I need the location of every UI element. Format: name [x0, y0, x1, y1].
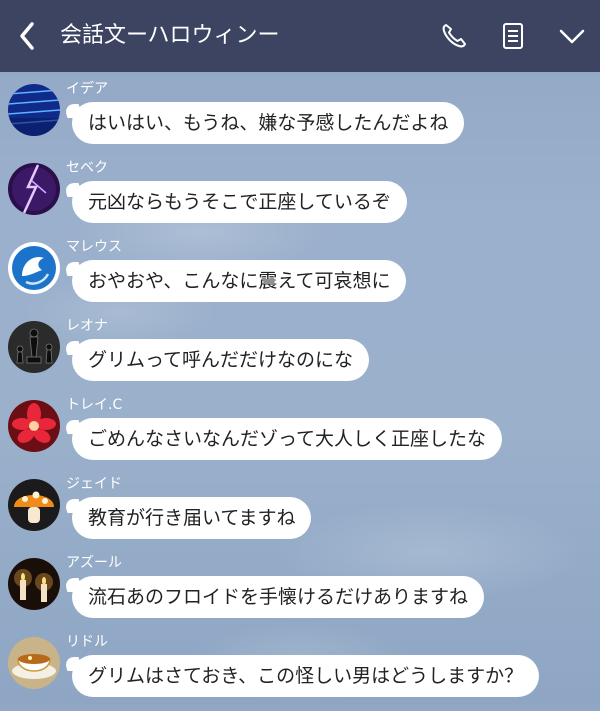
- message-bubble[interactable]: 元凶ならもうそこで正座しているぞ: [72, 181, 407, 223]
- chat-message: トレイ.C ごめんなさいなんだゾって大人しく正座したな: [0, 394, 600, 474]
- message-bubble[interactable]: おやおや、こんなに震えて可哀想に: [72, 260, 407, 302]
- sender-name: セベク: [66, 160, 108, 176]
- chat-title: 会話文ーハロウィンー: [60, 23, 280, 48]
- chat-message: セベク 元凶ならもうそこで正座しているぞ: [0, 157, 600, 237]
- blue-digital-avatar[interactable]: [8, 84, 60, 136]
- sender-name: アズール: [66, 555, 122, 571]
- message-bubble[interactable]: 教育が行き届いてますね: [72, 497, 312, 539]
- phone-icon[interactable]: [438, 20, 470, 52]
- message-bubble[interactable]: グリムはさておき、この怪しい男はどうしますか？: [72, 655, 540, 697]
- message-bubble[interactable]: 流石あのフロイドを手懐けるだけありますね: [72, 576, 485, 618]
- chat-message: ジェイド 教育が行き届いてますね: [0, 473, 600, 553]
- mushroom-avatar[interactable]: [8, 479, 60, 531]
- chevron-down-icon[interactable]: [556, 20, 588, 52]
- chat-message: レオナ グリムって呼んだだけなのにな: [0, 315, 600, 395]
- chess-pieces-avatar[interactable]: [8, 321, 60, 373]
- sender-name: リドル: [66, 634, 108, 650]
- sender-name: トレイ.C: [66, 397, 123, 413]
- sender-name: イデア: [66, 81, 108, 97]
- sender-name: レオナ: [66, 318, 108, 334]
- chat-message: マレウス おやおや、こんなに震えて可哀想に: [0, 236, 600, 316]
- sender-name: マレウス: [66, 239, 122, 255]
- blue-dragon-avatar[interactable]: [8, 242, 60, 294]
- purple-lightning-avatar[interactable]: [8, 163, 60, 215]
- candles-avatar[interactable]: [8, 558, 60, 610]
- message-bubble[interactable]: はいはい、もうね、嫌な予感したんだよね: [72, 102, 465, 144]
- notes-icon[interactable]: [497, 20, 529, 52]
- message-bubble[interactable]: ごめんなさいなんだゾって大人しく正座したな: [72, 418, 503, 460]
- red-flower-avatar[interactable]: [8, 400, 60, 452]
- chat-message: リドル グリムはさておき、この怪しい男はどうしますか？: [0, 631, 600, 711]
- chevron-left-icon[interactable]: [14, 20, 44, 52]
- teacup-avatar[interactable]: [8, 637, 60, 689]
- chat-header: 会話文ーハロウィンー: [0, 0, 600, 72]
- sender-name: ジェイド: [66, 476, 122, 492]
- message-bubble[interactable]: グリムって呼んだだけなのにな: [72, 339, 370, 381]
- chat-message: イデア はいはい、もうね、嫌な予感したんだよね: [0, 78, 600, 158]
- chat-message: アズール 流石あのフロイドを手懐けるだけありますね: [0, 552, 600, 632]
